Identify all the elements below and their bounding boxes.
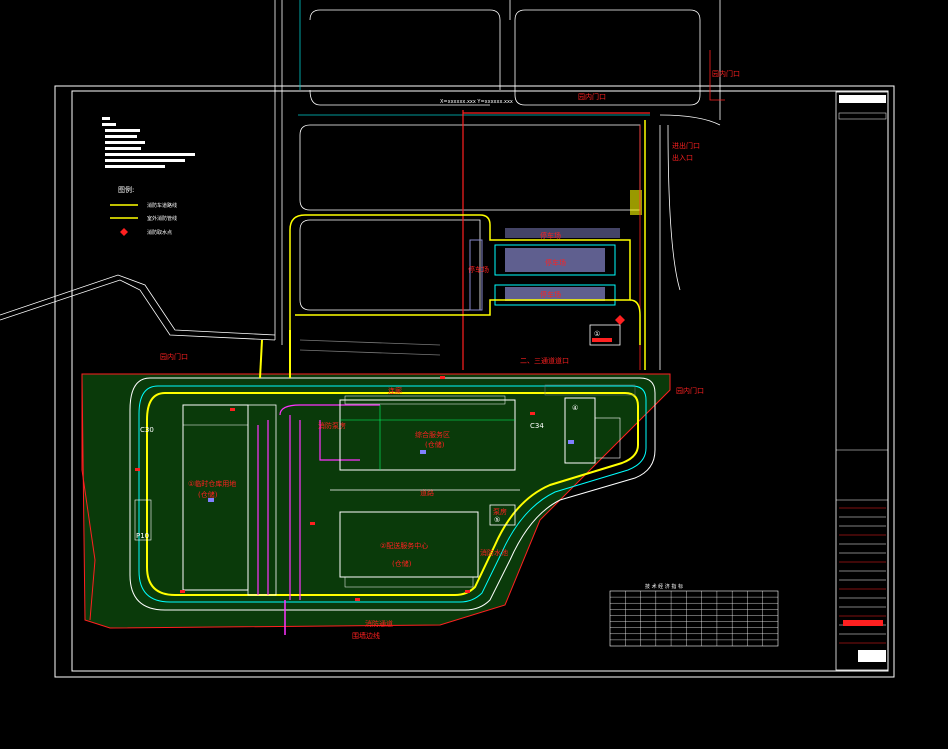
parking-label-2: 停车场 [545, 258, 566, 267]
gate-far-top: 园内门口 [712, 69, 740, 78]
legend-title: 图例: [118, 185, 134, 194]
legend-item-1: 消防车道路线 [147, 202, 177, 209]
center-sub: (仓储) [425, 440, 445, 449]
num-5: ⑤ [494, 516, 500, 524]
parking-label-1: 停车场 [540, 231, 561, 240]
fire-lane-label: 二、三通道道口 [520, 356, 569, 365]
site-boundary [81, 373, 671, 629]
dim-left-1: C30 [140, 426, 154, 434]
parking-lots: 停车场 停车场 停车场 停车场 [468, 190, 642, 311]
building-2-name: ②配送服务中心 [380, 541, 428, 550]
bottom-tag-label: 围墙边线 [352, 631, 380, 640]
coord-label: X=xxxxxx.xxx Y=xxxxxx.xxx [440, 99, 513, 105]
gate-right-label: 园内门口 [676, 386, 704, 395]
dim-right: C34 [530, 422, 544, 430]
tech-table-title: 技 术 经 济 指 标 [645, 583, 683, 590]
bottom-road-label: 消防通道 [365, 619, 393, 628]
dim-left-2: P10 [136, 532, 149, 540]
building-1-name: ①临时仓库用地 [188, 479, 236, 488]
gate-top-right-sub: 出入口 [672, 153, 693, 162]
upper-plots [298, 114, 721, 370]
num-top: ① [594, 330, 600, 338]
right-small: 消防水池 [480, 548, 508, 557]
tech-table: 技 术 经 济 指 标 [609, 583, 779, 647]
center-name: 综合服务区 [415, 430, 450, 439]
legend-item-3: 消防取水点 [147, 229, 172, 236]
legend: 图例: 消防车道路线 室外消防管线 消防取水点 [102, 117, 195, 236]
gate-top-label: 园内门口 [578, 92, 606, 101]
parking-label-3: 停车场 [540, 290, 561, 299]
building-1-sub: (仓储) [198, 490, 218, 499]
num-4: ④ [572, 404, 578, 412]
gate-top-right-label: 进出门口 [672, 141, 700, 150]
center-top: 连廊 [388, 386, 402, 395]
surrounding-streets [0, 0, 725, 356]
magenta-label: 消防泵房 [318, 421, 346, 430]
gate-main-label: 园内门口 [160, 352, 188, 361]
title-block [835, 91, 889, 671]
small-bldg: 泵房 [493, 507, 507, 516]
cad-site-plan: 图例: 消防车道路线 室外消防管线 消防取水点 停车场 停车场 停车场 停车场 … [0, 0, 895, 678]
legend-item-2: 室外消防管线 [147, 215, 177, 222]
building-2-sub: (仓储) [392, 559, 412, 568]
parking-label-left: 停车场 [468, 265, 489, 274]
center-road: 道路 [420, 488, 434, 497]
